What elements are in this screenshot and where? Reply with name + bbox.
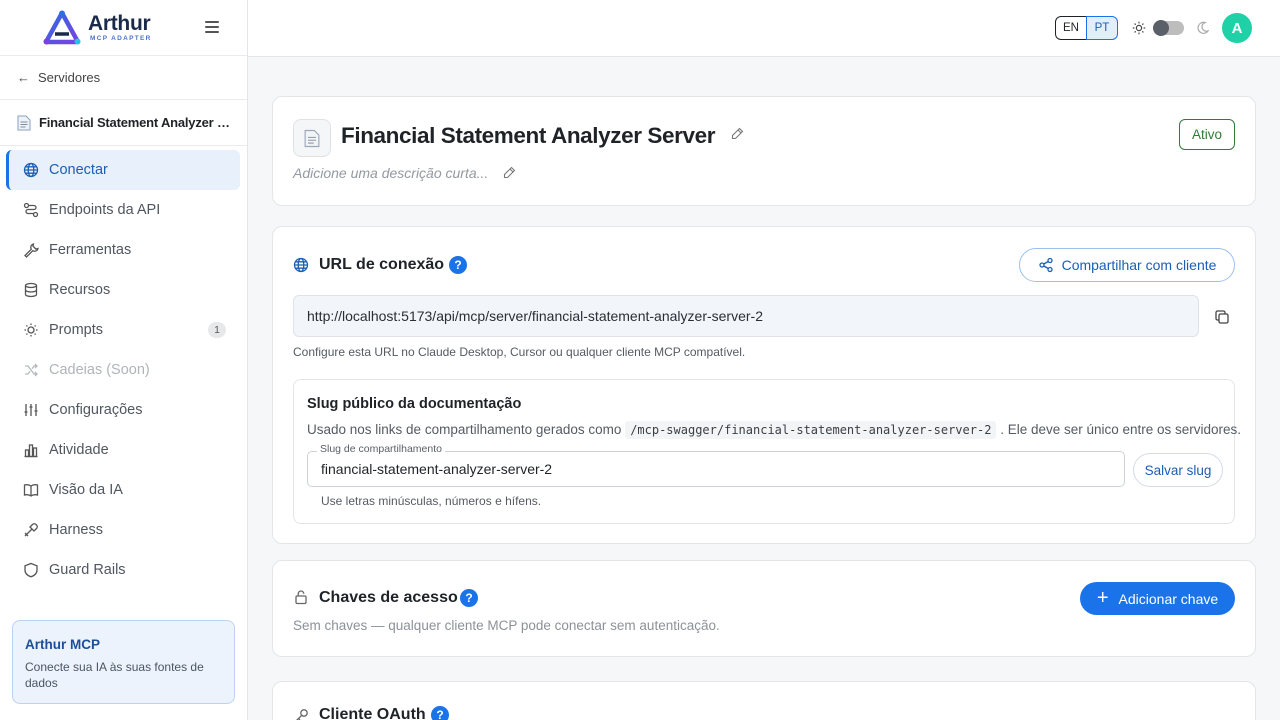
sidebar-item-conectar[interactable]: Conectar	[6, 150, 240, 190]
back-label: Servidores	[38, 70, 101, 85]
sidebar-item-harness[interactable]: Harness	[0, 510, 247, 550]
share-slug-input[interactable]: financial-statement-analyzer-server-2	[307, 451, 1125, 487]
connection-help-icon[interactable]: ?	[449, 256, 467, 274]
brand-name: Arthur	[88, 11, 151, 35]
oauth-help-icon[interactable]: ?	[431, 706, 449, 720]
globe-icon	[293, 257, 309, 273]
user-avatar[interactable]: A	[1222, 13, 1252, 43]
sidebar-item-label: Ferramentas	[49, 242, 132, 258]
promo-desc: Conecte sua IA às suas fontes de dados	[25, 660, 204, 690]
book-icon	[23, 482, 39, 498]
arthur-logo-icon	[43, 10, 81, 44]
sidebar-item-label: Atividade	[49, 442, 109, 458]
sidebar-item-label: Recursos	[49, 282, 111, 298]
shield-icon	[23, 562, 39, 578]
access-keys-empty-state: Sem chaves — qualquer cliente MCP pode c…	[293, 618, 720, 633]
menu-toggle-icon[interactable]	[205, 21, 219, 33]
connection-title: URL de conexão	[319, 256, 445, 273]
status-badge: Ativo	[1179, 119, 1235, 150]
key-icon	[296, 709, 308, 720]
oauth-client-title: Cliente OAuth	[319, 706, 426, 720]
server-description-placeholder[interactable]: Adicione uma descrição curta...	[293, 165, 488, 181]
sidebar-item-ferramentas[interactable]: Ferramentas	[0, 230, 247, 270]
lightbulb-icon	[23, 322, 39, 338]
sliders-icon	[23, 402, 39, 418]
sidebar-item-label: Guard Rails	[49, 562, 126, 578]
oauth-client-card: Cliente OAuth ?	[272, 681, 1256, 720]
brand-sub: MCP ADAPTER	[90, 34, 152, 42]
share-slug-label: Slug de compartilhamento	[317, 443, 445, 455]
add-key-label: Adicionar chave	[1118, 590, 1219, 607]
back-to-servers-link[interactable]: ← Servidores	[0, 56, 247, 100]
slug-title: Slug público da documentação	[307, 396, 522, 412]
plus-icon: +	[1096, 586, 1109, 609]
sidebar-item-guard-rails[interactable]: Guard Rails	[0, 550, 247, 590]
edit-title-icon[interactable]	[731, 127, 744, 140]
prompts-count-badge: 1	[208, 322, 226, 338]
sidebar-item-visao-ia[interactable]: Visão da IA	[0, 470, 247, 510]
connection-card: URL de conexão ? Compartilhar com client…	[272, 226, 1256, 544]
bar-chart-icon	[23, 442, 39, 458]
theme-toggle-knob	[1153, 20, 1169, 36]
server-icon	[293, 119, 331, 157]
harness-icon	[23, 522, 39, 538]
slug-hint: Use letras minúsculas, números e hífens.	[321, 494, 542, 508]
slug-desc-pre: Usado nos links de compartilhamento gera…	[307, 422, 622, 437]
connection-url-field[interactable]: http://localhost:5173/api/mcp/server/fin…	[293, 295, 1199, 337]
sun-icon	[1132, 21, 1146, 35]
sidebar-item-label: Visão da IA	[49, 482, 123, 498]
add-key-button[interactable]: + Adicionar chave	[1080, 582, 1235, 615]
sidebar-item-endpoints[interactable]: Endpoints da API	[0, 190, 247, 230]
public-slug-panel: Slug público da documentação Usado nos l…	[293, 379, 1241, 524]
connection-url-hint: Configure esta URL no Claude Desktop, Cu…	[293, 345, 746, 359]
server-name-label: Financial Statement Analyzer Server	[39, 115, 231, 130]
access-keys-title: Chaves de acesso	[319, 589, 458, 606]
promo-title: Arthur MCP	[25, 637, 100, 652]
sidebar-item-configuracoes[interactable]: Configurações	[0, 390, 247, 430]
share-icon	[1038, 257, 1053, 273]
route-icon	[23, 202, 39, 218]
sidebar-item-atividade[interactable]: Atividade	[0, 430, 247, 470]
share-with-client-button[interactable]: Compartilhar com cliente	[1019, 248, 1235, 282]
theme-toggle[interactable]	[1153, 20, 1184, 36]
sidebar-item-label: Configurações	[49, 402, 143, 418]
sidebar-nav: Conectar Endpoints da API Ferramentas Re…	[0, 146, 247, 590]
page-title: Financial Statement Analyzer Server	[341, 123, 716, 148]
sidebar-item-cadeias: Cadeias (Soon)	[0, 350, 247, 390]
lock-icon	[295, 590, 307, 605]
sidebar-item-prompts[interactable]: Prompts 1	[0, 310, 247, 350]
save-slug-button[interactable]: Salvar slug	[1133, 453, 1223, 487]
sidebar-server-name: Financial Statement Analyzer Server	[0, 100, 247, 146]
wrench-icon	[23, 242, 39, 258]
document-icon	[304, 129, 320, 147]
access-keys-help-icon[interactable]: ?	[460, 589, 478, 607]
sidebar-item-label: Harness	[49, 522, 103, 538]
slug-desc-path: /mcp-swagger/financial-statement-analyze…	[625, 421, 997, 439]
arrow-left-icon: ←	[17, 70, 30, 85]
slug-description: Usado nos links de compartilhamento gera…	[307, 421, 1242, 439]
server-header-card: Financial Statement Analyzer Server Adic…	[272, 96, 1256, 206]
promo-card: Arthur MCP Conecte sua IA às suas fontes…	[12, 620, 235, 704]
language-switcher: EN PT	[1055, 16, 1118, 40]
lang-en-button[interactable]: EN	[1055, 16, 1087, 40]
moon-icon	[1197, 21, 1209, 34]
database-icon	[23, 282, 39, 298]
document-icon	[17, 115, 31, 130]
globe-icon	[23, 162, 39, 178]
sidebar: Arthur MCP ADAPTER ← Servidores Financia…	[0, 0, 248, 720]
sidebar-item-label: Conectar	[49, 162, 108, 178]
sidebar-item-label: Prompts	[49, 322, 103, 338]
topbar: EN PT A	[248, 0, 1280, 57]
share-label: Compartilhar com cliente	[1061, 257, 1217, 273]
copy-icon[interactable]	[1214, 309, 1230, 325]
sidebar-item-recursos[interactable]: Recursos	[0, 270, 247, 310]
chain-icon	[23, 362, 39, 378]
sidebar-item-label: Cadeias (Soon)	[49, 362, 150, 378]
edit-description-icon[interactable]	[503, 166, 516, 179]
sidebar-item-label: Endpoints da API	[49, 202, 161, 218]
slug-desc-post: . Ele deve ser único entre os servidores…	[1000, 422, 1242, 437]
lang-pt-button[interactable]: PT	[1086, 16, 1118, 40]
access-keys-card: Chaves de acesso ? + Adicionar chave Sem…	[272, 560, 1256, 657]
brand[interactable]: Arthur MCP ADAPTER	[0, 0, 247, 56]
